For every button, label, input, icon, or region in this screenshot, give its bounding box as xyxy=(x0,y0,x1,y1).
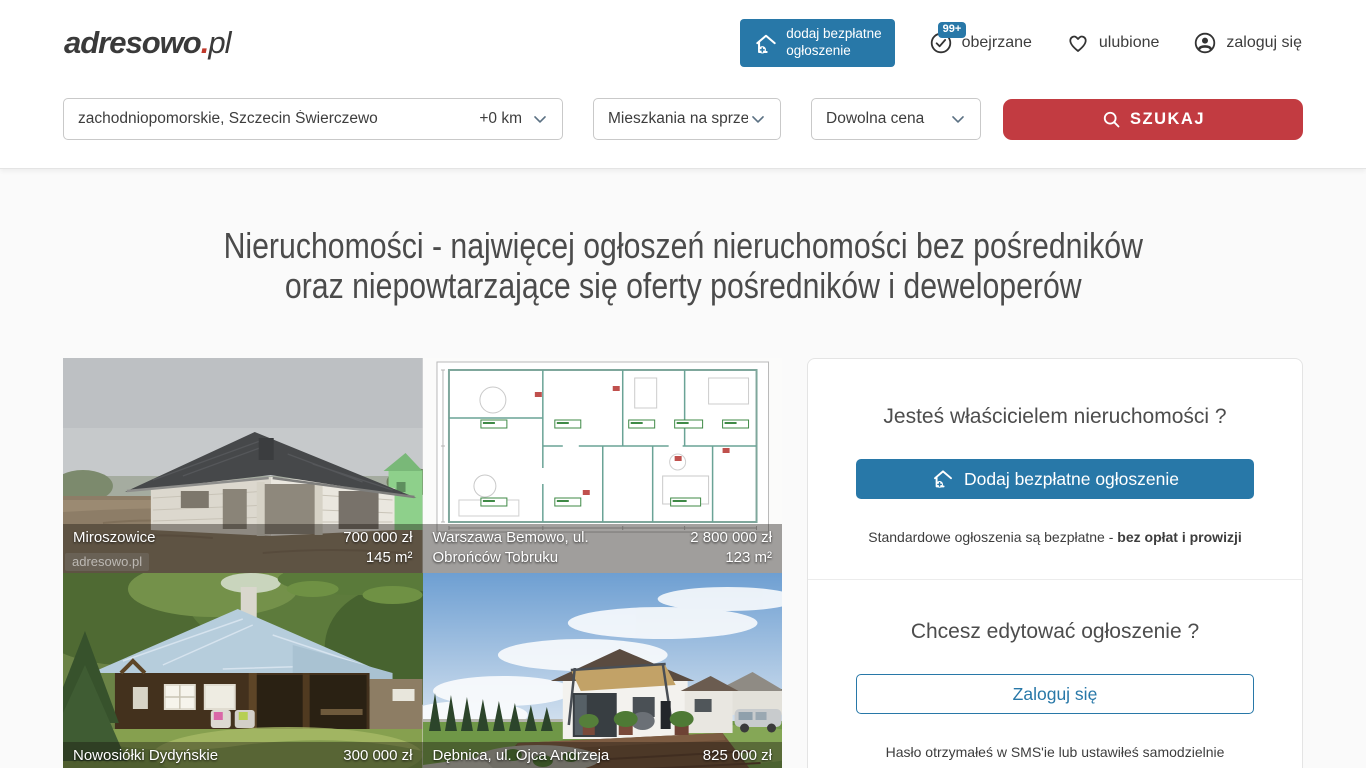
search-button[interactable]: SZUKAJ xyxy=(1003,99,1303,140)
owner-heading: Jesteś właścicielem nieruchomości ? xyxy=(856,405,1254,429)
listing-card[interactable]: Warszawa Bemowo, ul. Obrońców Tobruku 2 … xyxy=(423,358,783,573)
listing-card[interactable]: Miroszowice 700 000 zł 145 m² adresowo.p… xyxy=(63,358,423,573)
edit-heading: Chcesz edytować ogłoszenie ? xyxy=(856,620,1254,644)
logo-text-suffix: pl xyxy=(208,25,230,60)
logo[interactable]: adresowo.pl xyxy=(64,25,230,61)
header-actions: dodaj bezpłatne ogłoszenie 99+ obejrzane xyxy=(740,19,1302,67)
listing-price: 300 000 zł xyxy=(343,747,412,764)
listing-price-area: 300 000 zł xyxy=(343,746,412,768)
logo-text-main: adresowo xyxy=(64,25,201,60)
sidebar: Jesteś właścicielem nieruchomości ? Doda… xyxy=(807,358,1303,768)
viewed-count-badge: 99+ xyxy=(938,22,967,38)
viewed-link[interactable]: 99+ obejrzane xyxy=(929,31,1032,55)
check-circle-icon: 99+ xyxy=(929,31,953,55)
listing-price: 825 000 zł xyxy=(703,747,772,764)
viewed-label: obejrzane xyxy=(962,34,1032,52)
listing-name: Nowosiółki Dydyńskie xyxy=(73,746,218,768)
listing-price: 2 800 000 zł xyxy=(690,529,772,546)
favorites-link[interactable]: ulubione xyxy=(1066,31,1160,55)
owner-note: Standardowe ogłoszenia są bezpłatne - be… xyxy=(856,529,1254,545)
login-link[interactable]: zaloguj się xyxy=(1193,31,1302,55)
listing-price-area: 2 800 000 zł 123 m² xyxy=(690,528,772,568)
edit-cta-section: Chcesz edytować ogłoszenie ? Zaloguj się… xyxy=(808,579,1302,768)
add-listing-button[interactable]: dodaj bezpłatne ogłoszenie xyxy=(740,19,894,67)
add-listing-label: dodaj bezpłatne ogłoszenie xyxy=(786,26,881,60)
add-free-listing-label: Dodaj bezpłatne ogłoszenie xyxy=(964,469,1179,490)
heart-icon xyxy=(1066,31,1090,55)
header: adresowo.pl dodaj bezpłatne ogłoszenie xyxy=(0,0,1366,168)
search-button-label: SZUKAJ xyxy=(1130,110,1205,129)
listing-overlay: Dębnica, ul. Ojca Andrzeja 825 000 zł xyxy=(423,742,783,768)
property-type-value: Mieszkania na sprzeda xyxy=(608,110,748,128)
owner-cta-section: Jesteś właścicielem nieruchomości ? Doda… xyxy=(808,359,1302,579)
listings-grid: Miroszowice 700 000 zł 145 m² adresowo.p… xyxy=(63,358,782,768)
login-button[interactable]: Zaloguj się xyxy=(856,674,1254,714)
location-input[interactable]: zachodniopomorskie, Szczecin Świerczewo … xyxy=(63,98,563,140)
listing-overlay: Warszawa Bemowo, ul. Obrońców Tobruku 2 … xyxy=(423,524,783,573)
listing-price-area: 825 000 zł xyxy=(703,746,772,768)
header-top: adresowo.pl dodaj bezpłatne ogłoszenie xyxy=(0,0,1366,86)
search-bar: zachodniopomorskie, Szczecin Świerczewo … xyxy=(0,86,1366,168)
page-title-line1: Nieruchomości - najwięcej ogłoszeń nieru… xyxy=(223,226,1142,266)
chevron-down-icon xyxy=(748,109,768,129)
house-add-icon xyxy=(753,31,777,55)
listing-name: Warszawa Bemowo, ul. Obrońców Tobruku xyxy=(433,528,613,568)
chevron-down-icon xyxy=(948,109,968,129)
listing-card[interactable]: Dębnica, ul. Ojca Andrzeja 825 000 zł xyxy=(423,573,783,768)
search-icon xyxy=(1101,109,1122,130)
hero: Nieruchomości - najwięcej ogłoszeń nieru… xyxy=(0,226,1366,306)
chevron-down-icon xyxy=(530,109,550,129)
add-free-listing-button[interactable]: Dodaj bezpłatne ogłoszenie xyxy=(856,459,1254,499)
login-label: zaloguj się xyxy=(1226,34,1302,52)
listing-overlay: Nowosiółki Dydyńskie 300 000 zł xyxy=(63,742,423,768)
listing-area: 123 m² xyxy=(725,549,772,566)
modern-house-photo xyxy=(423,573,783,768)
page-title: Nieruchomości - najwięcej ogłoszeń nieru… xyxy=(0,226,1366,306)
location-value: zachodniopomorskie, Szczecin Świerczewo xyxy=(78,110,479,128)
listing-price-area: 700 000 zł 145 m² xyxy=(343,528,412,568)
listing-name: Dębnica, ul. Ojca Andrzeja xyxy=(433,746,610,768)
listing-card[interactable]: Nowosiółki Dydyńskie 300 000 zł xyxy=(63,573,423,768)
user-circle-icon xyxy=(1193,31,1217,55)
photo-watermark: adresowo.pl xyxy=(65,553,149,571)
edit-note: Hasło otrzymałeś w SMS'ie lub ustawiłeś … xyxy=(856,744,1254,760)
property-type-select[interactable]: Mieszkania na sprzeda xyxy=(593,98,781,140)
price-value: Dowolna cena xyxy=(826,110,948,128)
page-title-line2: oraz niepowtarzające się oferty pośredni… xyxy=(285,266,1082,306)
listing-area: 145 m² xyxy=(366,549,413,566)
house-add-icon xyxy=(931,467,955,491)
main-content: Miroszowice 700 000 zł 145 m² adresowo.p… xyxy=(0,358,1366,768)
favorites-label: ulubione xyxy=(1099,34,1160,52)
listing-price: 700 000 zł xyxy=(343,529,412,546)
radius-value[interactable]: +0 km xyxy=(479,110,522,128)
price-select[interactable]: Dowolna cena xyxy=(811,98,981,140)
wooden-cabin-photo xyxy=(63,573,423,768)
